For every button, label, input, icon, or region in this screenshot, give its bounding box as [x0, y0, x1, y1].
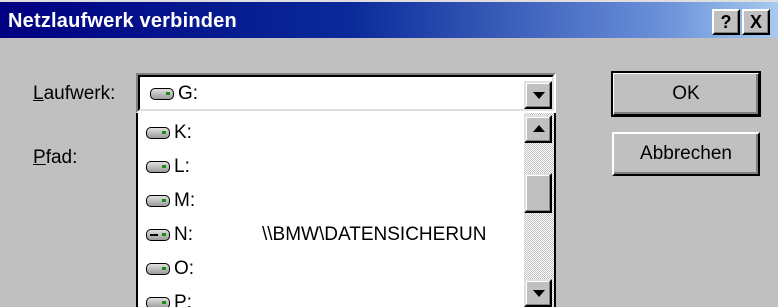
scroll-up-button[interactable]: [524, 115, 552, 143]
drive-icon: [146, 195, 170, 207]
drive-letter: L:: [174, 156, 190, 177]
drive-letter: M:: [174, 190, 196, 211]
drive-icon: [146, 297, 170, 307]
drive-label-mnemonic: L: [33, 83, 44, 104]
scroll-thumb[interactable]: [524, 173, 552, 213]
dropdown-button[interactable]: [524, 81, 552, 109]
arrow-down-icon: [533, 290, 545, 297]
help-button[interactable]: ?: [712, 9, 740, 35]
network-drive-icon: [146, 229, 170, 241]
drive-icon: [146, 161, 170, 173]
cancel-button[interactable]: Abbrechen: [612, 132, 760, 176]
close-button[interactable]: X: [742, 9, 770, 35]
drive-icon: [146, 127, 170, 139]
drive-letter: O:: [174, 258, 195, 279]
scrollbar[interactable]: [524, 113, 554, 307]
drive-combobox[interactable]: G:: [136, 73, 556, 113]
ok-button[interactable]: OK: [611, 71, 761, 117]
list-item[interactable]: K:: [138, 117, 522, 151]
drive-letter: N:: [174, 224, 193, 245]
list-item[interactable]: M:: [138, 185, 522, 219]
drive-letter: P:: [174, 292, 192, 307]
drive-dropdown-list[interactable]: K: L: M: N: \\BMW\DATENSICHERUN O: P:: [136, 113, 556, 307]
drive-letter: K:: [174, 122, 192, 143]
window-title: Netzlaufwerk verbinden: [8, 10, 237, 32]
drive-list-items: K: L: M: N: \\BMW\DATENSICHERUN O: P:: [138, 113, 522, 307]
title-bar: Netzlaufwerk verbinden ? X: [0, 0, 778, 38]
help-icon: ?: [720, 11, 732, 32]
path-label: Pfad:: [33, 147, 77, 169]
close-icon: X: [749, 11, 762, 32]
list-item[interactable]: P:: [138, 287, 522, 307]
drive-label: Laufwerk:: [33, 83, 115, 105]
path-label-text: fad:: [45, 147, 78, 168]
path-label-mnemonic: P: [33, 147, 46, 168]
scroll-down-button[interactable]: [524, 279, 552, 307]
arrow-up-icon: [533, 125, 545, 132]
drive-icon: [150, 88, 174, 100]
drive-icon: [146, 263, 170, 275]
drive-label-text: aufwerk:: [43, 83, 116, 104]
drive-path: \\BMW\DATENSICHERUN: [262, 224, 487, 245]
list-item[interactable]: L:: [138, 151, 522, 185]
list-item[interactable]: O:: [138, 253, 522, 287]
list-item[interactable]: N: \\BMW\DATENSICHERUN: [138, 219, 522, 253]
selected-drive-value: G:: [178, 83, 199, 104]
chevron-down-icon: [533, 92, 545, 99]
